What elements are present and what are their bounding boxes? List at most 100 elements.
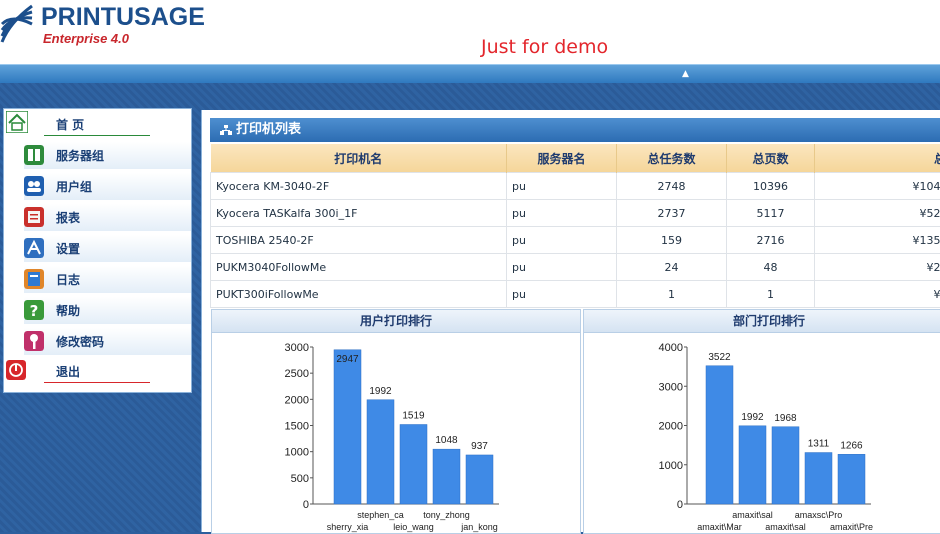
table-row[interactable]: Kyocera KM-3040-2F pu 2748 10396 ¥1042.8… — [211, 173, 940, 200]
power-icon — [6, 360, 26, 380]
column-header[interactable]: 总页数 — [727, 144, 815, 173]
sidebar-item-report[interactable]: 报表 — [4, 202, 191, 233]
table-row[interactable]: TOSHIBA 2540-2F pu 159 2716 ¥1357.60 — [211, 227, 940, 254]
report-icon — [24, 207, 44, 227]
job-count: 2748 — [617, 173, 727, 200]
table-row[interactable]: Kyocera TASKalfa 300i_1F pu 2737 5117 ¥5… — [211, 200, 940, 227]
sidebar-item-user-group[interactable]: 用户组 — [4, 171, 191, 202]
bar[interactable] — [433, 449, 460, 504]
y-tick-label: 1000 — [285, 447, 309, 459]
y-tick-label: 4000 — [659, 342, 683, 354]
sidebar-item-settings[interactable]: 设置 — [4, 233, 191, 264]
log-icon — [24, 269, 44, 289]
page-count: 2716 — [727, 227, 815, 254]
bar[interactable] — [739, 426, 766, 504]
app-header: PRINTUSAGE Enterprise 4.0 Just for demo — [0, 0, 940, 66]
printer-name: PUKM3040FollowMe — [211, 254, 507, 281]
bar[interactable] — [838, 454, 865, 504]
collapse-arrow-icon[interactable]: ▲ — [682, 68, 689, 80]
table-row[interactable]: PUKT300iFollowMe pu 1 1 ¥0.50 — [211, 281, 940, 308]
data-label: 1266 — [840, 440, 863, 451]
data-label: 1519 — [402, 411, 425, 422]
category-label: amaxit\sal — [765, 522, 806, 532]
sidebar-item-logout[interactable]: 退出 — [4, 357, 191, 388]
column-header[interactable]: 服务器名 — [507, 144, 617, 173]
category-label: sherry_xia — [327, 522, 369, 532]
page-count: 1 — [727, 281, 815, 308]
y-tick-label: 2000 — [659, 421, 683, 433]
bar[interactable] — [772, 427, 799, 504]
sidebar-item-home[interactable]: 首 页 — [4, 109, 191, 140]
department-print-ranking-chart: 部门打印排行 010002000300040003522amaxit\Mar19… — [583, 309, 940, 534]
job-count: 24 — [617, 254, 727, 281]
user-print-ranking-chart: 用户打印排行 0500100015002000250030002947sherr… — [211, 309, 581, 534]
page-count: 10396 — [727, 173, 815, 200]
column-header[interactable]: 总任务数 — [617, 144, 727, 173]
sidebar-item-label: 用户组 — [56, 179, 92, 195]
y-tick-label: 0 — [303, 499, 309, 511]
divider — [44, 382, 150, 383]
job-count: 1 — [617, 281, 727, 308]
table-row[interactable]: PUKM3040FollowMe pu 24 48 ¥24.00 — [211, 254, 940, 281]
server-group-icon — [24, 145, 44, 165]
sidebar-item-server-group[interactable]: 服务器组 — [4, 140, 191, 171]
sidebar-item-label: 日志 — [56, 272, 80, 288]
job-count: 2737 — [617, 200, 727, 227]
data-label: 1992 — [741, 412, 764, 423]
sidebar-item-log[interactable]: 日志 — [4, 264, 191, 295]
y-tick-label: 1500 — [285, 421, 309, 433]
panel-title: 打印机列表 — [236, 122, 301, 138]
bar[interactable] — [466, 455, 493, 504]
bar[interactable] — [334, 350, 361, 504]
home-icon — [6, 111, 28, 133]
server-name: pu — [507, 281, 617, 308]
key-icon — [24, 331, 44, 351]
panel-title-bar: 打印机列表 — [210, 118, 940, 142]
category-label: amaxit\Pre — [830, 522, 873, 532]
bar[interactable] — [367, 400, 394, 504]
category-label: jan_kong — [460, 522, 498, 532]
settings-icon — [24, 238, 44, 258]
sidebar-item-help[interactable]: ? 帮助 — [4, 295, 191, 326]
total-cost: ¥1042.80 — [815, 173, 940, 200]
logo: PRINTUSAGE Enterprise 4.0 — [0, 0, 230, 60]
category-label: tony_zhong — [423, 510, 470, 520]
total-cost: ¥520.10 — [815, 200, 940, 227]
sidebar-item-label: 帮助 — [56, 303, 80, 319]
printer-table: 打印机名 服务器名 总任务数 总页数 总花费 Kyocera KM-3040-2… — [210, 144, 940, 308]
total-cost: ¥0.50 — [815, 281, 940, 308]
y-tick-label: 1000 — [659, 460, 683, 472]
tree-icon — [220, 125, 232, 135]
chart-canvas: 0500100015002000250030002947sherry_xia19… — [212, 333, 580, 533]
server-name: pu — [507, 227, 617, 254]
column-header[interactable]: 总花费 — [815, 144, 940, 173]
printer-name: TOSHIBA 2540-2F — [211, 227, 507, 254]
sidebar-item-label: 报表 — [56, 210, 80, 226]
category-label: amaxsc\Pro — [795, 510, 843, 520]
bar[interactable] — [706, 366, 733, 504]
data-label: 1992 — [369, 386, 392, 397]
y-tick-label: 3000 — [285, 342, 309, 354]
column-header[interactable]: 打印机名 — [211, 144, 507, 173]
y-tick-label: 2500 — [285, 368, 309, 380]
data-label: 2947 — [336, 354, 359, 365]
demo-notice: Just for demo — [481, 35, 608, 59]
job-count: 159 — [617, 227, 727, 254]
logo-title: PRINTUSAGE — [41, 3, 205, 31]
sidebar-item-change-password[interactable]: 修改密码 — [4, 326, 191, 357]
total-cost: ¥1357.60 — [815, 227, 940, 254]
sidebar-item-label: 服务器组 — [56, 148, 104, 164]
printer-name: Kyocera KM-3040-2F — [211, 173, 507, 200]
sidebar-item-label: 退出 — [56, 364, 80, 380]
server-name: pu — [507, 173, 617, 200]
help-icon: ? — [24, 300, 44, 320]
table-header-row: 打印机名 服务器名 总任务数 总页数 总花费 — [211, 144, 940, 173]
printer-name: Kyocera TASKalfa 300i_1F — [211, 200, 507, 227]
data-label: 1048 — [435, 435, 458, 446]
bar[interactable] — [400, 425, 427, 504]
y-tick-label: 500 — [291, 473, 309, 485]
data-label: 937 — [471, 441, 488, 452]
logo-mark-icon — [0, 2, 34, 48]
printer-name: PUKT300iFollowMe — [211, 281, 507, 308]
bar[interactable] — [805, 453, 832, 504]
